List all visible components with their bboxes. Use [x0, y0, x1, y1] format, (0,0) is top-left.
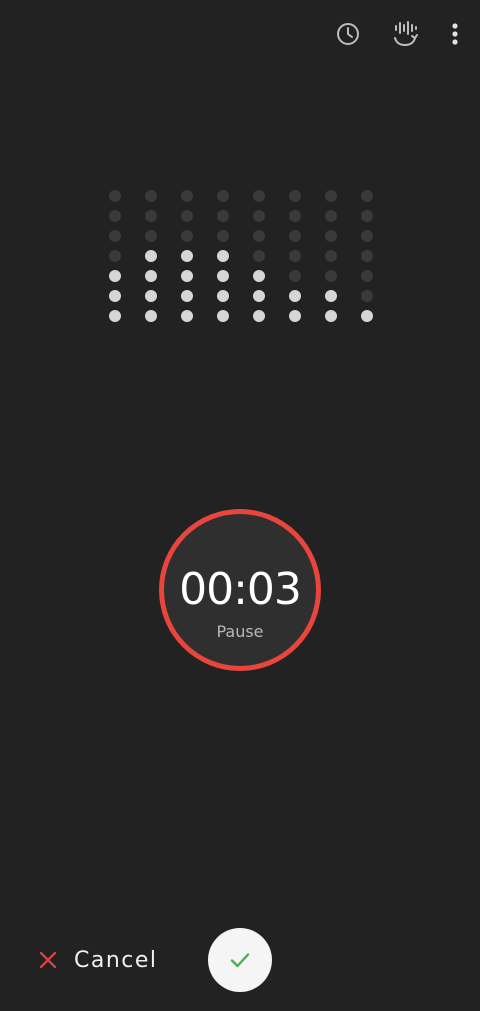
history-clock-icon — [337, 23, 359, 45]
level-dot — [181, 270, 193, 282]
level-dot — [217, 230, 229, 242]
level-dot — [361, 290, 373, 302]
level-column — [144, 186, 158, 326]
level-dot — [181, 310, 193, 322]
pause-label: Pause — [216, 622, 264, 641]
record-pause-button[interactable]: 00:03 Pause — [159, 509, 321, 671]
level-dot — [253, 230, 265, 242]
level-dot — [361, 270, 373, 282]
close-icon — [36, 948, 60, 972]
level-dot — [361, 210, 373, 222]
level-dot — [253, 290, 265, 302]
level-dot — [325, 290, 337, 302]
save-button[interactable] — [208, 928, 272, 992]
level-dot — [181, 210, 193, 222]
level-dot — [217, 270, 229, 282]
top-toolbar — [0, 14, 480, 54]
level-dot — [289, 250, 301, 262]
more-options-button[interactable] — [435, 14, 475, 54]
level-dot — [289, 190, 301, 202]
level-dot — [109, 250, 121, 262]
speech-to-text-button[interactable] — [385, 14, 425, 54]
level-dot — [325, 210, 337, 222]
more-vertical-icon — [452, 23, 458, 45]
level-dot — [109, 310, 121, 322]
level-column — [108, 186, 122, 326]
level-dot — [289, 310, 301, 322]
level-dot — [145, 190, 157, 202]
level-dot — [253, 270, 265, 282]
level-dot — [145, 250, 157, 262]
level-dot — [181, 230, 193, 242]
level-dot — [325, 310, 337, 322]
level-dot — [181, 290, 193, 302]
cancel-button[interactable]: Cancel — [36, 943, 158, 977]
level-dot — [145, 210, 157, 222]
level-dot — [361, 230, 373, 242]
level-dot — [145, 290, 157, 302]
level-column — [216, 186, 230, 326]
level-dot — [181, 250, 193, 262]
level-dot — [289, 210, 301, 222]
level-dot — [325, 190, 337, 202]
level-dot — [289, 290, 301, 302]
level-dot — [145, 270, 157, 282]
level-dot — [217, 250, 229, 262]
level-column — [288, 186, 302, 326]
check-icon — [230, 953, 250, 968]
level-dot — [361, 190, 373, 202]
level-dot — [253, 310, 265, 322]
level-dot — [217, 210, 229, 222]
level-dot — [145, 310, 157, 322]
speech-to-text-icon — [394, 21, 418, 47]
elapsed-time: 00:03 — [179, 564, 302, 615]
level-dot — [109, 190, 121, 202]
level-dot — [145, 230, 157, 242]
level-column — [252, 186, 266, 326]
level-column — [180, 186, 194, 326]
history-button[interactable] — [328, 14, 368, 54]
level-dot — [217, 190, 229, 202]
level-dot — [109, 230, 121, 242]
level-dot — [325, 230, 337, 242]
level-dot — [325, 270, 337, 282]
level-dot — [253, 250, 265, 262]
level-dot — [289, 230, 301, 242]
level-dot — [253, 210, 265, 222]
level-dot — [253, 190, 265, 202]
level-dot — [217, 290, 229, 302]
level-column — [360, 186, 374, 326]
cancel-label: Cancel — [74, 947, 158, 973]
level-dot — [361, 310, 373, 322]
audio-level-visualizer — [100, 186, 380, 326]
level-dot — [109, 270, 121, 282]
level-column — [324, 186, 338, 326]
level-dot — [109, 210, 121, 222]
level-dot — [289, 270, 301, 282]
level-dot — [325, 250, 337, 262]
level-dot — [109, 290, 121, 302]
level-dot — [181, 190, 193, 202]
level-dot — [361, 250, 373, 262]
level-dot — [217, 310, 229, 322]
